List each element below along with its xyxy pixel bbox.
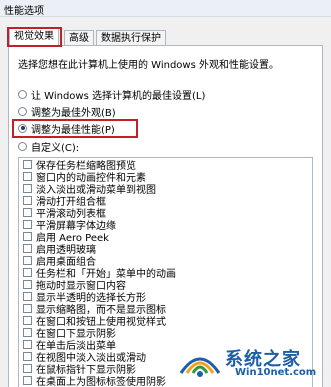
checkbox[interactable] xyxy=(23,292,32,301)
tab-strip: 视觉效果 高级 数据执行保护 xyxy=(8,28,323,47)
radio-best-appearance[interactable]: 调整为最佳外观(B) xyxy=(18,104,116,119)
checkbox[interactable] xyxy=(23,160,32,169)
window-title: 性能选项 xyxy=(4,6,44,17)
radio-let-windows-choose[interactable]: 让 Windows 选择计算机的最佳设置(L) xyxy=(18,87,206,102)
title-bar: 性能选项 xyxy=(0,0,331,17)
effect-label: 在桌面上为图标标签使用阴影 xyxy=(36,377,166,387)
radio-label: 自定义(C): xyxy=(31,142,80,154)
checkbox[interactable] xyxy=(23,208,32,217)
checkbox[interactable] xyxy=(23,232,32,241)
watermark-url: Win10net.com xyxy=(235,367,317,378)
tab-advanced[interactable]: 高级 xyxy=(64,30,94,46)
checkbox[interactable] xyxy=(23,328,32,337)
checkbox[interactable] xyxy=(23,316,32,325)
radio-label: 让 Windows 选择计算机的最佳设置(L) xyxy=(31,90,206,102)
radio-button[interactable] xyxy=(18,141,27,151)
checkbox[interactable] xyxy=(23,364,32,373)
checkbox[interactable] xyxy=(23,352,32,361)
checkbox[interactable] xyxy=(23,184,32,193)
radio-button[interactable] xyxy=(18,89,27,99)
checkbox[interactable] xyxy=(23,172,32,181)
checkbox[interactable] xyxy=(23,196,32,205)
radio-label: 调整为最佳外观(B) xyxy=(31,107,116,119)
tab-data-execution-prevention[interactable]: 数据执行保护 xyxy=(96,30,166,46)
checkbox[interactable] xyxy=(23,304,32,313)
intro-text: 选择您想在此计算机上使用的 Windows 外观和性能设置。 xyxy=(18,60,279,71)
watermark-logo-icon xyxy=(179,357,221,377)
checkbox[interactable] xyxy=(23,244,32,253)
checkbox[interactable] xyxy=(23,256,32,265)
radio-custom[interactable]: 自定义(C): xyxy=(18,139,80,154)
checkbox[interactable] xyxy=(23,268,32,277)
checkbox[interactable] xyxy=(23,340,32,349)
radio-best-performance[interactable]: 调整为最佳性能(P) xyxy=(18,121,115,136)
checkbox[interactable] xyxy=(23,280,32,289)
radio-label: 调整为最佳性能(P) xyxy=(31,124,115,136)
site-watermark: 系统之家 Win10net.com xyxy=(177,343,327,381)
radio-button[interactable] xyxy=(18,106,27,116)
effect-item[interactable]: 在桌面上为图标标签使用阴影 xyxy=(23,374,166,387)
checkbox[interactable] xyxy=(23,220,32,229)
checkbox[interactable] xyxy=(23,376,32,385)
radio-button-selected[interactable] xyxy=(18,123,27,133)
tab-visual-effects[interactable]: 视觉效果 xyxy=(9,28,59,47)
